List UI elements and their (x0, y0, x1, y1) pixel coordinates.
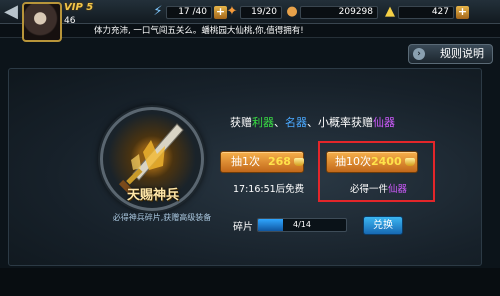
coin-resource: ● 209298 (284, 4, 380, 20)
fragments-progress-bar: 4/14 (257, 218, 347, 232)
ingot-icon: ▲ (385, 4, 395, 19)
energy-icon: ✦ (226, 4, 238, 19)
stamina-resource: ⚡ 17 /40 + (150, 4, 230, 20)
description-blue: 名器 (285, 116, 307, 129)
ingot-icon (293, 158, 304, 166)
stamina-value: 17 /40 (166, 6, 212, 19)
fragments-label: 碎片 (233, 222, 253, 233)
reward-description: 获赠利器、名器、小概率获赠仙器 (230, 114, 395, 130)
swap-button[interactable]: 兑换 (363, 216, 403, 235)
emblem-subtitle: 必得神兵碎片,获赠高级装备 (112, 213, 212, 222)
fragments-progress-text: 4/14 (293, 220, 311, 229)
announcement-ticker: 体力充沛, 一口气闯五关么。蟠桃园大仙桃,你,值得拥有! (0, 24, 500, 38)
draw-once-label: 抽1次 (231, 155, 260, 168)
free-timer: 17:16:51后免费 (233, 184, 305, 195)
ingot-value: 427 (398, 6, 454, 19)
draw-once-button[interactable]: 抽1次 268 (220, 151, 304, 173)
coin-value: 209298 (300, 6, 378, 19)
add-ingot-button[interactable]: + (456, 6, 469, 19)
coin-icon: ● (286, 4, 298, 19)
player-level: 46 (64, 16, 76, 26)
description-green: 利器 (252, 116, 274, 129)
description-prefix: 获赠 (230, 116, 252, 129)
chevron-right-icon: › (413, 48, 425, 60)
draw-once-price: 268 (268, 155, 291, 168)
description-purple: 仙器 (373, 116, 395, 129)
ingot-resource: ▲ 427 + (382, 4, 472, 20)
player-avatar[interactable] (22, 2, 62, 42)
bottom-bar (0, 268, 500, 296)
stamina-icon: ⚡ (153, 4, 163, 19)
rules-button[interactable]: › 规则说明 (408, 44, 493, 64)
announcement-text: 体力充沛, 一口气闯五关么。蟠桃园大仙桃,你,值得拥有! (94, 26, 304, 36)
description-mid: 、小概率获赠 (307, 116, 373, 129)
rules-button-label: 规则说明 (440, 47, 484, 60)
description-sep: 、 (274, 116, 285, 129)
emblem-title: 天赐神兵 (126, 188, 179, 203)
energy-value: 19/20 (240, 6, 282, 19)
vip-badge: VIP 5 (64, 2, 94, 13)
energy-resource: ✦ 19/20 (224, 4, 284, 20)
highlight-box (318, 141, 435, 202)
back-arrow-icon[interactable]: ◀ (3, 2, 19, 22)
